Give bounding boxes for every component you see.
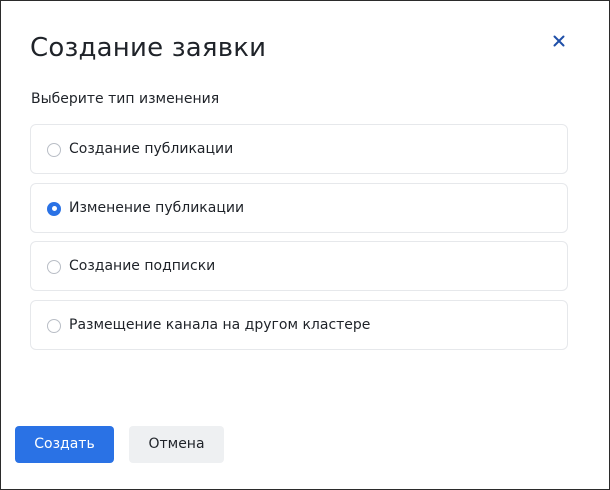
option-place-channel-other-cluster[interactable]: Размещение канала на другом кластере — [30, 299, 568, 350]
radio-place-channel-other-cluster[interactable] — [47, 318, 61, 333]
option-label: Размещение канала на другом кластере — [69, 316, 371, 333]
create-request-dialog: Создание заявки Выберите тип изменения С… — [0, 0, 610, 490]
dialog-title: Создание заявки — [30, 33, 267, 63]
option-label: Изменение публикации — [69, 199, 245, 216]
radio-change-publication[interactable] — [47, 201, 61, 216]
cancel-button[interactable]: Отмена — [129, 426, 224, 463]
radio-create-subscription[interactable] — [47, 260, 61, 274]
option-label: Создание подписки — [69, 258, 216, 274]
create-button[interactable]: Создать — [15, 426, 114, 463]
option-create-subscription[interactable]: Создание подписки — [30, 241, 568, 291]
change-type-radio-group: Создание публикации Изменение публикации… — [30, 124, 568, 358]
close-icon — [547, 29, 571, 53]
close-button[interactable] — [547, 29, 571, 53]
radio-create-publication[interactable] — [47, 143, 61, 157]
change-type-label: Выберите тип изменения — [31, 91, 220, 107]
option-label: Создание публикации — [69, 141, 234, 157]
option-change-publication[interactable]: Изменение публикации — [30, 182, 568, 233]
option-create-publication[interactable]: Создание публикации — [30, 124, 568, 174]
